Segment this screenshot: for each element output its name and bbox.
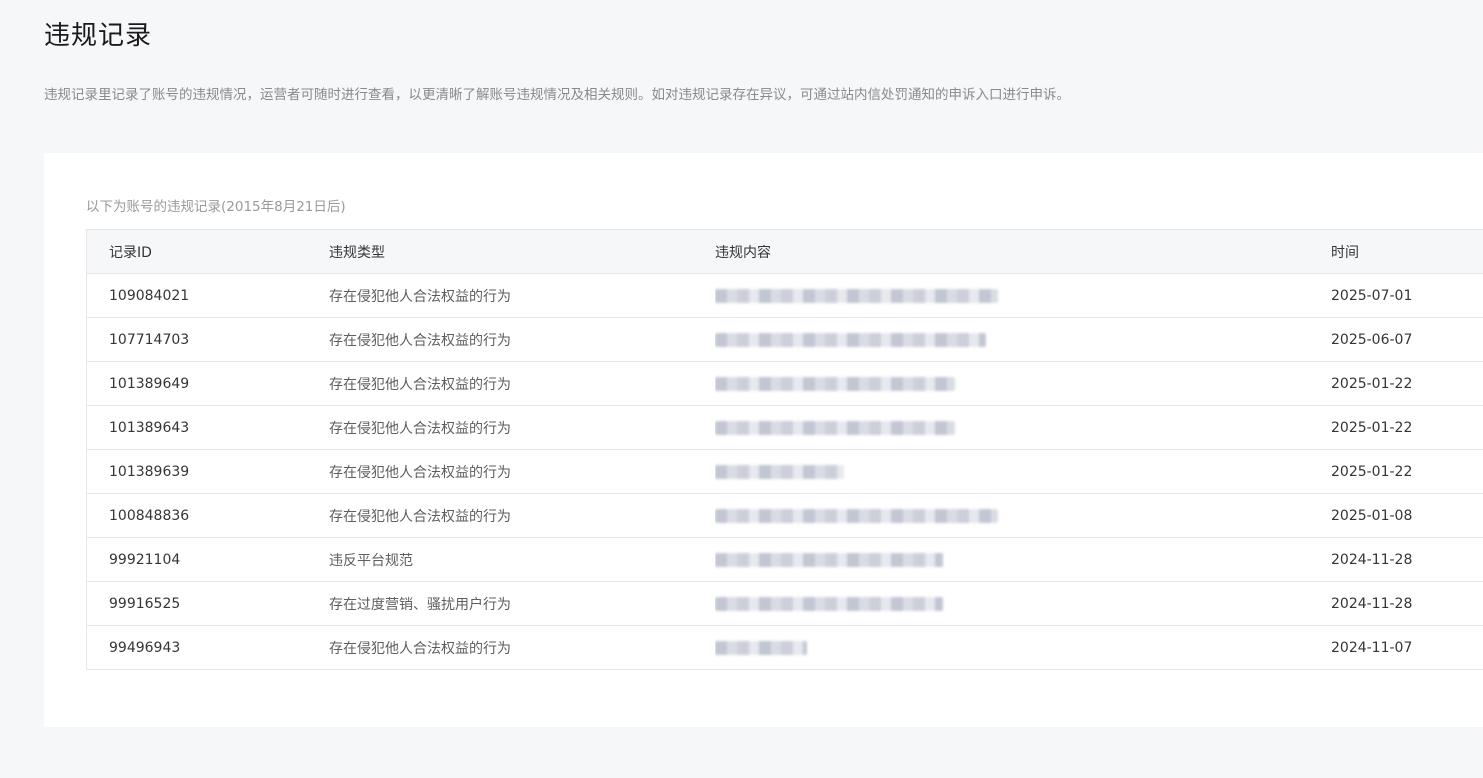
violation-content[interactable] — [715, 273, 1331, 318]
violation-time: 2025-06-07 — [1331, 317, 1483, 362]
table-caption: 以下为账号的违规记录(2015年8月21日后) — [86, 199, 346, 215]
redacted-content-blur — [715, 376, 955, 391]
redacted-content-blur — [715, 288, 998, 303]
redacted-content-blur — [715, 420, 955, 435]
table-row: 100848836 存在侵犯他人合法权益的行为 2025-01-08 — [86, 493, 1483, 538]
violation-type: 存在侵犯他人合法权益的行为 — [329, 361, 715, 406]
violation-content[interactable] — [715, 317, 1331, 362]
record-id: 99496943 — [86, 625, 329, 670]
redacted-content-blur — [715, 640, 807, 655]
violation-content[interactable] — [715, 581, 1331, 626]
page-description: 违规记录里记录了账号的违规情况，运营者可随时进行查看，以更清晰了解账号违规情况及… — [44, 87, 1070, 103]
violation-type: 存在侵犯他人合法权益的行为 — [329, 273, 715, 318]
violation-time: 2025-01-22 — [1331, 361, 1483, 406]
record-id: 99916525 — [86, 581, 329, 626]
violation-type: 存在侵犯他人合法权益的行为 — [329, 625, 715, 670]
violation-content[interactable] — [715, 405, 1331, 450]
table-row: 99921104 违反平台规范 2024-11-28 — [86, 537, 1483, 582]
table-row: 101389639 存在侵犯他人合法权益的行为 2025-01-22 — [86, 449, 1483, 494]
violation-type: 存在侵犯他人合法权益的行为 — [329, 405, 715, 450]
table-row: 99916525 存在过度营销、骚扰用户行为 2024-11-28 — [86, 581, 1483, 626]
violation-content[interactable] — [715, 493, 1331, 538]
table-row: 109084021 存在侵犯他人合法权益的行为 2025-07-01 — [86, 273, 1483, 318]
violation-time: 2024-11-28 — [1331, 581, 1483, 626]
redacted-content-blur — [715, 464, 844, 479]
record-id: 109084021 — [86, 273, 329, 318]
table-row: 101389643 存在侵犯他人合法权益的行为 2025-01-22 — [86, 405, 1483, 450]
redacted-content-blur — [715, 552, 943, 567]
violation-type: 违反平台规范 — [329, 537, 715, 582]
record-id: 100848836 — [86, 493, 329, 538]
violation-content[interactable] — [715, 449, 1331, 494]
redacted-content-blur — [715, 332, 986, 347]
table-body: 109084021 存在侵犯他人合法权益的行为 2025-07-01 10771… — [86, 273, 1483, 670]
column-header-content: 违规内容 — [715, 229, 1331, 274]
violation-content[interactable] — [715, 625, 1331, 670]
column-header-type: 违规类型 — [329, 229, 715, 274]
violation-time: 2024-11-28 — [1331, 537, 1483, 582]
table-header-row: 记录ID 违规类型 违规内容 时间 — [86, 229, 1483, 274]
redacted-content-blur — [715, 596, 943, 611]
violation-records-table: 记录ID 违规类型 违规内容 时间 109084021 存在侵犯他人合法权益的行… — [86, 229, 1483, 670]
column-header-time: 时间 — [1331, 229, 1483, 274]
record-id: 101389639 — [86, 449, 329, 494]
table-row: 107714703 存在侵犯他人合法权益的行为 2025-06-07 — [86, 317, 1483, 362]
violation-time: 2025-01-08 — [1331, 493, 1483, 538]
violation-type: 存在侵犯他人合法权益的行为 — [329, 493, 715, 538]
violation-time: 2025-07-01 — [1331, 273, 1483, 318]
violation-time: 2025-01-22 — [1331, 449, 1483, 494]
violation-time: 2024-11-07 — [1331, 625, 1483, 670]
violation-content[interactable] — [715, 361, 1331, 406]
violation-type: 存在过度营销、骚扰用户行为 — [329, 581, 715, 626]
page-title: 违规记录 — [44, 21, 153, 51]
record-id: 101389649 — [86, 361, 329, 406]
violation-type: 存在侵犯他人合法权益的行为 — [329, 449, 715, 494]
table-row: 101389649 存在侵犯他人合法权益的行为 2025-01-22 — [86, 361, 1483, 406]
violation-content[interactable] — [715, 537, 1331, 582]
violation-type: 存在侵犯他人合法权益的行为 — [329, 317, 715, 362]
violation-records-card: 以下为账号的违规记录(2015年8月21日后) 记录ID 违规类型 违规内容 时… — [44, 153, 1483, 727]
record-id: 99921104 — [86, 537, 329, 582]
table-row: 99496943 存在侵犯他人合法权益的行为 2024-11-07 — [86, 625, 1483, 670]
column-header-id: 记录ID — [86, 229, 329, 274]
violation-time: 2025-01-22 — [1331, 405, 1483, 450]
record-id: 107714703 — [86, 317, 329, 362]
redacted-content-blur — [715, 508, 998, 523]
record-id: 101389643 — [86, 405, 329, 450]
